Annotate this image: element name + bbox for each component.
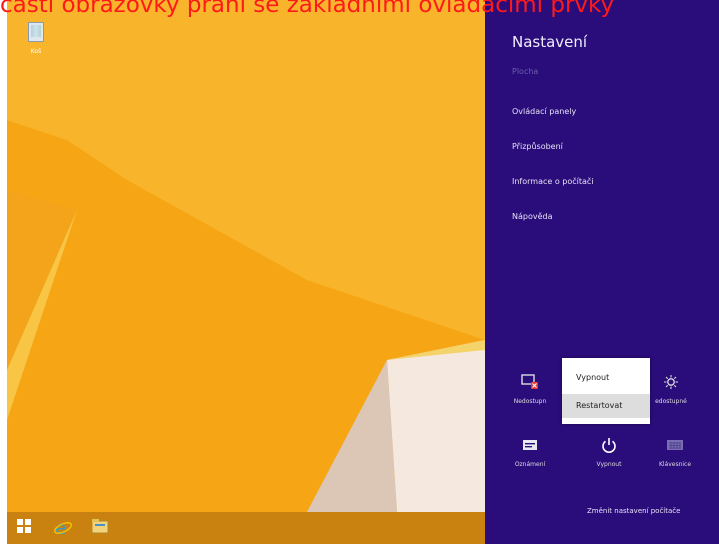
quick-brightness[interactable]: edostupné	[646, 374, 696, 405]
file-explorer-icon[interactable]	[91, 518, 113, 538]
start-icon[interactable]	[16, 518, 38, 538]
link-help[interactable]: Nápověda	[512, 212, 553, 221]
link-pc-info[interactable]: Informace o počítači	[512, 177, 594, 186]
notifications-icon	[523, 440, 537, 450]
screen: Koš e Nastavení Plocha Ovládací panely P…	[7, 0, 719, 544]
desktop-wallpaper	[7, 0, 485, 512]
link-control-panel[interactable]: Ovládací panely	[512, 107, 576, 116]
quick-keyboard-label: Klávesnice	[658, 461, 692, 468]
quick-brightness-label: edostupné	[655, 398, 687, 405]
quick-notifications-label: Oznámení	[514, 461, 546, 468]
network-unavailable-icon	[521, 374, 538, 389]
quick-notifications[interactable]: Oznámení	[510, 437, 550, 468]
power-button[interactable]: Vypnout	[589, 437, 629, 468]
power-icon	[602, 438, 616, 453]
charm-subtitle: Plocha	[512, 67, 539, 76]
link-personalization[interactable]: Přizpůsobení	[512, 142, 563, 151]
power-menu-restart[interactable]: Restartovat	[562, 394, 650, 418]
power-menu-shutdown[interactable]: Vypnout	[562, 366, 650, 390]
change-pc-settings-link[interactable]: Změnit nastavení počítače	[587, 507, 680, 515]
caption-text: části obrazovky prání se základními ovlá…	[0, 0, 615, 18]
internet-explorer-icon[interactable]: e	[53, 518, 75, 538]
brightness-icon	[664, 375, 678, 389]
power-menu: Vypnout Restartovat	[562, 358, 650, 424]
taskbar: e	[7, 512, 485, 544]
recycle-bin-label: Koš	[30, 48, 42, 55]
recycle-bin[interactable]: Koš	[24, 18, 48, 58]
power-button-label: Vypnout	[596, 461, 622, 468]
quick-keyboard[interactable]: Klávesnice	[655, 437, 695, 468]
keyboard-icon	[667, 440, 683, 450]
quick-network-label: Nedostupn	[513, 398, 547, 405]
desktop[interactable]: Koš e	[7, 0, 485, 544]
quick-network[interactable]: Nedostupn	[510, 374, 550, 405]
recycle-bin-icon	[28, 22, 44, 42]
charm-title: Nastavení	[512, 33, 588, 51]
settings-charm-pane: Nastavení Plocha Ovládací panely Přizpůs…	[485, 0, 719, 544]
